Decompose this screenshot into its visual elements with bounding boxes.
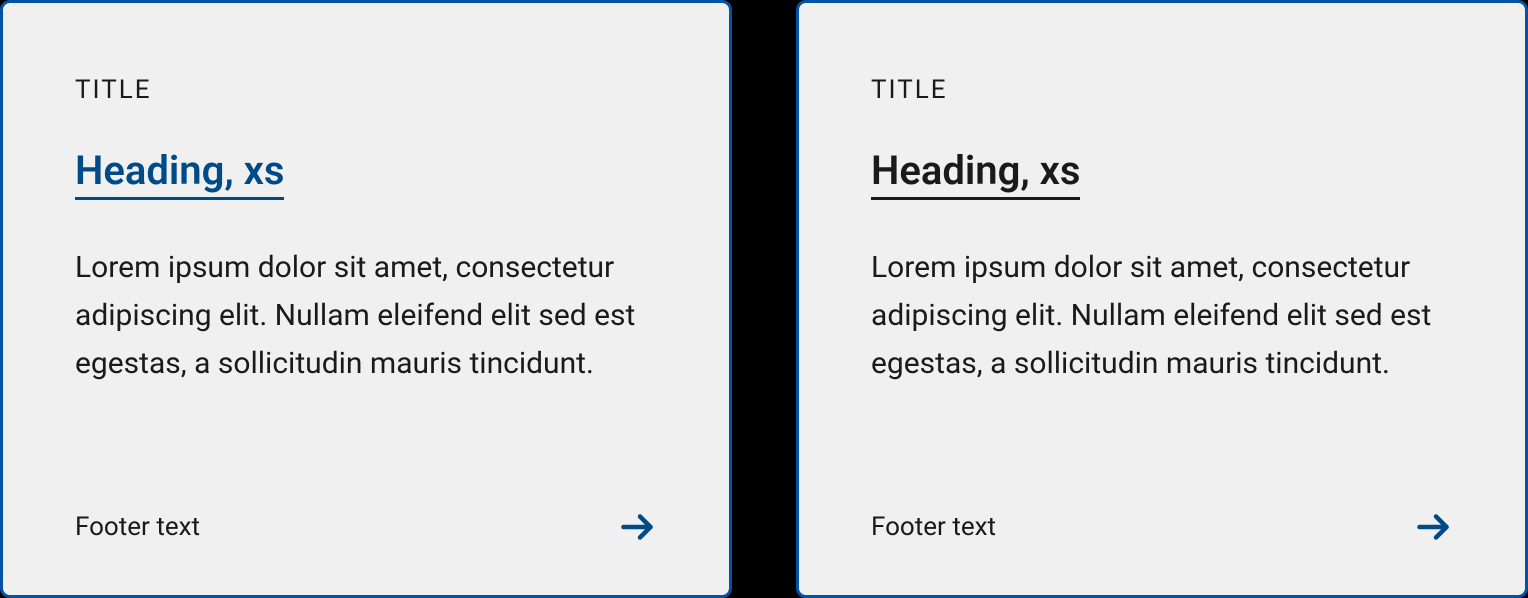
card-heading-link[interactable]: Heading, xs	[75, 149, 284, 200]
card-footer: Footer text	[75, 507, 657, 547]
card-footer-text: Footer text	[871, 512, 996, 542]
card-heading: Heading, xs	[871, 149, 1080, 200]
card-selected[interactable]: TITLE Heading, xs Lorem ipsum dolor sit …	[0, 0, 732, 598]
card-body-text: Lorem ipsum dolor sit amet, consectetur …	[75, 244, 657, 471]
card-overline-title: TITLE	[871, 75, 1453, 105]
card-footer: Footer text	[871, 507, 1453, 547]
card-body-text: Lorem ipsum dolor sit amet, consectetur …	[871, 244, 1453, 471]
card-footer-text: Footer text	[75, 512, 200, 542]
card-default[interactable]: TITLE Heading, xs Lorem ipsum dolor sit …	[796, 0, 1528, 598]
card-overline-title: TITLE	[75, 75, 657, 105]
arrow-right-icon[interactable]	[617, 507, 657, 547]
arrow-right-icon[interactable]	[1413, 507, 1453, 547]
